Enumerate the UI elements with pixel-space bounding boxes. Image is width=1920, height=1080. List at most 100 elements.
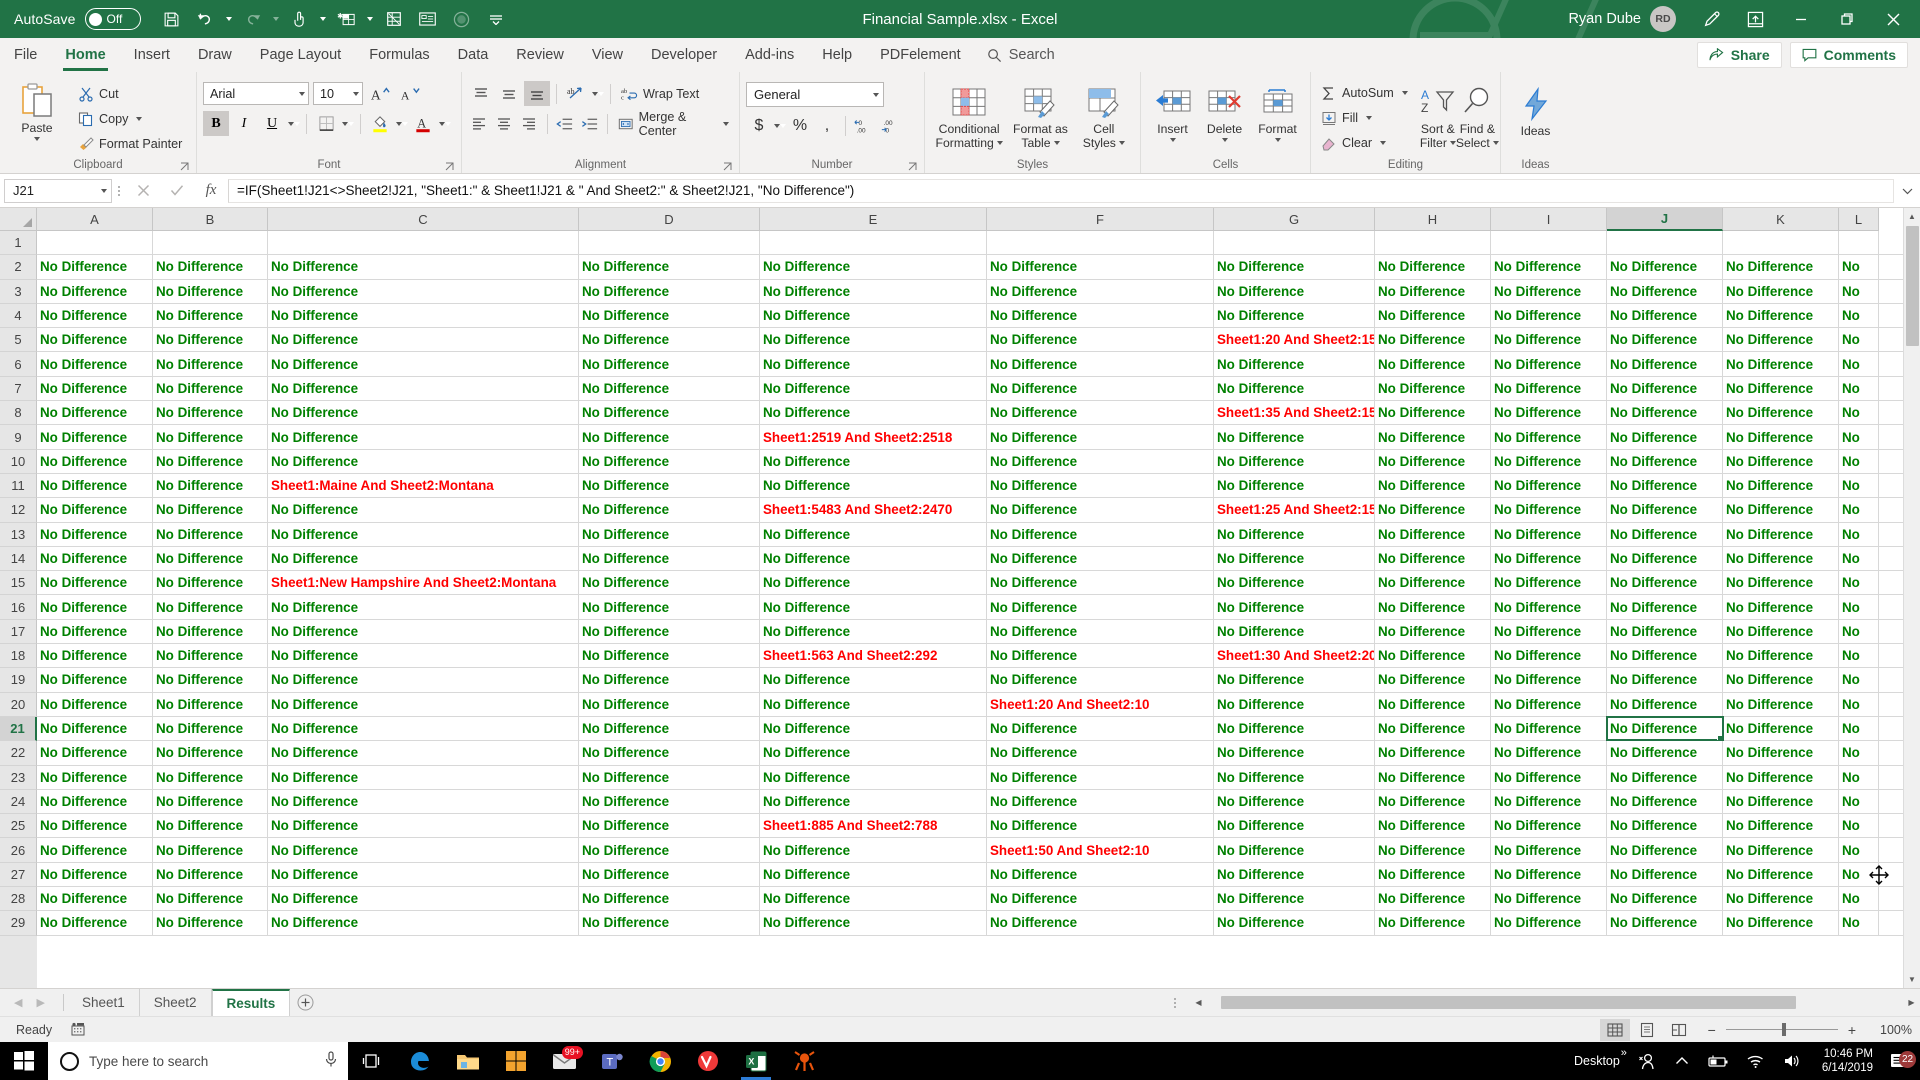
paste-caret-icon[interactable] — [33, 137, 40, 142]
cell-E28[interactable]: No Difference — [760, 887, 987, 911]
cell-I9[interactable]: No Difference — [1491, 425, 1607, 449]
cell-A23[interactable]: No Difference — [37, 765, 153, 789]
cell-H21[interactable]: No Difference — [1375, 716, 1491, 741]
cell-B20[interactable]: No Difference — [153, 692, 268, 716]
row-header-3[interactable]: 3 — [0, 279, 37, 304]
cell-H12[interactable]: No Difference — [1375, 498, 1491, 522]
cell-C2[interactable]: No Difference — [268, 255, 579, 279]
cell-B1[interactable] — [153, 231, 268, 255]
cell-K8[interactable]: No Difference — [1723, 401, 1839, 425]
row-header-17[interactable]: 17 — [0, 619, 37, 645]
edge-icon[interactable] — [396, 1042, 444, 1080]
borders-caret-icon[interactable] — [341, 121, 348, 126]
column-header-b[interactable]: B — [153, 208, 268, 231]
cell-J25[interactable]: No Difference — [1607, 814, 1723, 838]
cell-F21[interactable]: No Difference — [987, 716, 1214, 741]
cell-L14[interactable]: No — [1839, 546, 1879, 571]
cell-D9[interactable]: No Difference — [579, 425, 760, 449]
underline-caret-icon[interactable] — [287, 121, 294, 126]
cell-K19[interactable]: No Difference — [1723, 668, 1839, 692]
tab-review[interactable]: Review — [502, 38, 578, 72]
autosave-toggle[interactable]: Off — [84, 8, 141, 30]
row-header-5[interactable]: 5 — [0, 328, 37, 353]
cell-E4[interactable]: No Difference — [760, 303, 987, 328]
cell-J12[interactable]: No Difference — [1607, 498, 1723, 522]
cell-K9[interactable]: No Difference — [1723, 425, 1839, 449]
bold-button[interactable]: B — [203, 111, 229, 136]
cell-L5[interactable]: No — [1839, 328, 1879, 352]
row-header-6[interactable]: 6 — [0, 352, 37, 377]
cell-E11[interactable]: No Difference — [760, 473, 987, 498]
cell-K1[interactable] — [1723, 231, 1839, 255]
cell-G16[interactable]: No Difference — [1214, 595, 1375, 619]
cell-J6[interactable]: No Difference — [1607, 352, 1723, 376]
snagit-icon[interactable] — [780, 1042, 828, 1080]
cell-B19[interactable]: No Difference — [153, 668, 268, 692]
cell-I27[interactable]: No Difference — [1491, 862, 1607, 887]
tab-insert[interactable]: Insert — [120, 38, 184, 72]
column-header-c[interactable]: C — [268, 208, 579, 231]
cell-K14[interactable]: No Difference — [1723, 546, 1839, 571]
cell-A21[interactable]: No Difference — [37, 716, 153, 741]
cell-G12[interactable]: Sheet1:25 And Sheet2:15 — [1214, 498, 1375, 522]
tab-add-ins[interactable]: Add-ins — [731, 38, 808, 72]
cell-G19[interactable]: No Difference — [1214, 668, 1375, 692]
confirm-icon[interactable] — [160, 178, 194, 204]
sheet-tab-sheet2[interactable]: Sheet2 — [140, 989, 212, 1016]
formula-bar-grip[interactable] — [112, 185, 126, 196]
sort-table-icon[interactable] — [377, 4, 411, 34]
row-header-12[interactable]: 12 — [0, 498, 37, 523]
cell-C28[interactable]: No Difference — [268, 887, 579, 911]
name-box-caret-icon[interactable] — [101, 188, 107, 193]
cell-C9[interactable]: No Difference — [268, 425, 579, 449]
cell-C17[interactable]: No Difference — [268, 619, 579, 644]
increase-decimal-icon[interactable]: 0.00 — [851, 113, 877, 138]
cell-I14[interactable]: No Difference — [1491, 546, 1607, 571]
cell-A17[interactable]: No Difference — [37, 619, 153, 644]
cell-I18[interactable]: No Difference — [1491, 644, 1607, 668]
ink-pen-icon[interactable] — [1692, 0, 1732, 38]
font-color-caret-icon[interactable] — [438, 121, 445, 126]
cell-G6[interactable]: No Difference — [1214, 352, 1375, 376]
cell-C26[interactable]: No Difference — [268, 838, 579, 862]
cell-C12[interactable]: No Difference — [268, 498, 579, 522]
cell-K20[interactable]: No Difference — [1723, 692, 1839, 716]
cell-B28[interactable]: No Difference — [153, 887, 268, 911]
zoom-in-button[interactable]: + — [1848, 1022, 1856, 1038]
cell-E9[interactable]: Sheet1:2519 And Sheet2:2518 — [760, 425, 987, 449]
cell-K25[interactable]: No Difference — [1723, 814, 1839, 838]
chrome-icon[interactable] — [636, 1042, 684, 1080]
cell-E15[interactable]: No Difference — [760, 571, 987, 595]
cell-I23[interactable]: No Difference — [1491, 765, 1607, 789]
cell-F22[interactable]: No Difference — [987, 741, 1214, 765]
cell-K22[interactable]: No Difference — [1723, 741, 1839, 765]
conditional-formatting-button[interactable]: Conditional Formatting — [933, 79, 1005, 150]
cell-H29[interactable]: No Difference — [1375, 911, 1491, 935]
cell-H24[interactable]: No Difference — [1375, 789, 1491, 814]
copy-button[interactable]: Copy — [74, 107, 186, 131]
cell-H16[interactable]: No Difference — [1375, 595, 1491, 619]
cancel-icon[interactable] — [126, 178, 160, 204]
cell-F1[interactable] — [987, 231, 1214, 255]
cell-K7[interactable]: No Difference — [1723, 376, 1839, 401]
cell-L25[interactable]: No — [1839, 814, 1879, 838]
cell-H3[interactable]: No Difference — [1375, 279, 1491, 303]
cell-G17[interactable]: No Difference — [1214, 619, 1375, 644]
column-header-l[interactable]: L — [1839, 208, 1879, 231]
row-header-16[interactable]: 16 — [0, 595, 37, 620]
paste-button[interactable]: Paste — [6, 78, 68, 142]
cell-D12[interactable]: No Difference — [579, 498, 760, 522]
cell-J1[interactable] — [1607, 231, 1723, 255]
number-format-caret-icon[interactable] — [873, 92, 879, 97]
cell-I20[interactable]: No Difference — [1491, 692, 1607, 716]
row-header-26[interactable]: 26 — [0, 838, 37, 863]
cell-D19[interactable]: No Difference — [579, 668, 760, 692]
cell-A22[interactable]: No Difference — [37, 741, 153, 765]
cell-D14[interactable]: No Difference — [579, 546, 760, 571]
page-break-view-icon[interactable] — [1664, 1019, 1694, 1041]
cell-H22[interactable]: No Difference — [1375, 741, 1491, 765]
cell-A6[interactable]: No Difference — [37, 352, 153, 376]
align-center-icon[interactable] — [493, 111, 516, 136]
expand-formula-bar-icon[interactable] — [1894, 176, 1920, 206]
cell-D4[interactable]: No Difference — [579, 303, 760, 328]
